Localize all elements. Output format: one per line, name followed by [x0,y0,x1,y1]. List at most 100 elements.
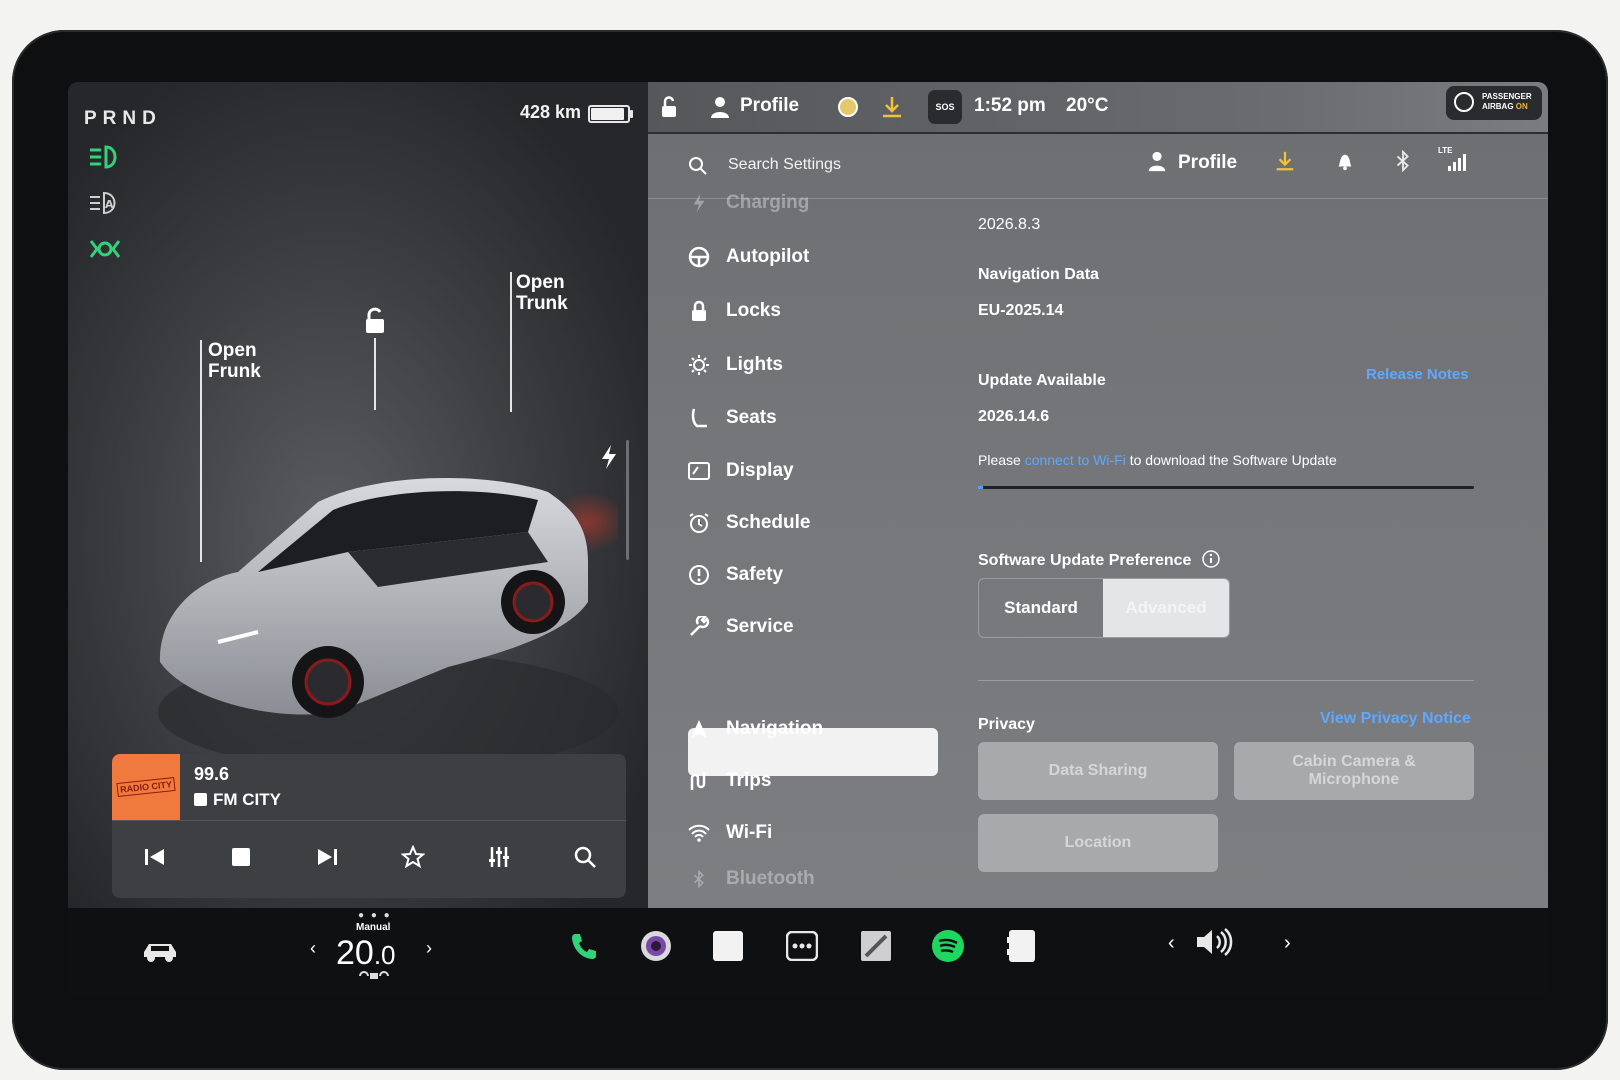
header-download-icon[interactable] [1274,150,1296,172]
notification-bell-icon[interactable] [1334,150,1356,172]
cabin-temperature: 20.0 [336,934,396,973]
search-settings-input[interactable]: Search Settings [728,156,841,174]
volume-up-chevron-icon[interactable]: › [1284,932,1291,955]
cabin-camera-line1: Cabin Camera & [1292,753,1416,770]
equalizer-icon[interactable] [486,844,512,870]
menu-label: Autopilot [726,246,810,267]
display-icon [688,460,710,482]
car-icon[interactable] [140,932,180,972]
header-profile-label[interactable]: Profile [1178,152,1237,174]
app-launcher-icon[interactable] [708,926,748,966]
more-apps-icon[interactable] [782,926,822,966]
frunk-label-line1: Open [208,340,257,361]
pref-label-text: Software Update Preference [978,552,1192,569]
search-icon[interactable] [572,844,598,870]
safety-icon [688,564,710,586]
nav-data-version: EU-2025.14 [978,302,1064,319]
update-preference-label: Software Update Preference [978,550,1220,570]
menu-label: Lights [726,354,783,375]
profile-icon[interactable] [708,95,732,119]
trunk-label-line2: Trunk [516,293,568,314]
volume-icon[interactable] [1194,922,1234,962]
bluetooth-menu-icon [688,868,710,890]
panel-drag-handle[interactable] [626,440,629,560]
camera-app-icon[interactable] [636,926,676,966]
update-available-label: Update Available [978,372,1106,389]
previous-track-icon[interactable] [142,844,168,870]
menu-item-navigation[interactable]: Navigation [688,714,823,744]
auto-headlight-icon: A [90,191,116,215]
menu-item-service[interactable]: Service [688,612,794,642]
menu-item-locks[interactable]: Locks [688,296,781,326]
touchscreen: PRND 428 km A Open Frunk Open Trunk RADI… [68,82,1548,998]
menu-item-safety[interactable]: Safety [688,560,783,590]
advanced-option[interactable]: Advanced [1103,579,1229,637]
menu-label: Charging [726,192,810,213]
taskbar: ● ● ● ‹ Manual 20.0 › ‹ › [68,908,1548,998]
menu-label: Navigation [726,718,824,739]
media-divider [112,820,626,821]
menu-label: Trips [726,770,772,791]
seat-heater-icon[interactable] [358,970,390,982]
bluetooth-icon[interactable] [1392,150,1414,172]
passenger-airbag-indicator: PASSENGER AIRBAG ON [1446,86,1542,120]
menu-item-bluetooth[interactable]: Bluetooth [688,864,815,894]
data-sharing-button[interactable]: Data Sharing [978,742,1218,800]
media-player: RADIO CITY 99.6 FM CITY [112,754,626,898]
climate-mode: Manual [356,922,391,933]
clock: 1:52 pm [974,95,1046,116]
wifi-icon [688,822,710,844]
download-progress-fill [978,486,983,489]
climate-page-dots: ● ● ● [358,910,392,921]
download-icon[interactable] [880,95,904,119]
wrench-icon [688,616,710,638]
toybox-icon[interactable] [856,926,896,966]
dashcam-icon[interactable] [1002,926,1042,966]
menu-item-charging[interactable]: Charging [688,188,809,218]
trips-icon [688,770,710,792]
airbag-state: ON [1515,102,1528,111]
station-frequency: 99.6 [194,764,230,784]
info-icon[interactable] [1202,550,1220,568]
seat-icon [688,407,710,429]
menu-item-lights[interactable]: Lights [688,350,783,380]
cabin-camera-button[interactable]: Cabin Camera & Microphone [1234,742,1474,800]
menu-item-seats[interactable]: Seats [688,403,777,433]
spotify-icon[interactable] [928,926,968,966]
status-profile-label[interactable]: Profile [740,95,799,117]
view-privacy-notice-link[interactable]: View Privacy Notice [1320,710,1471,728]
temp-up-chevron-icon[interactable]: › [426,938,432,959]
temp-whole: 20 [336,934,374,972]
menu-item-trips[interactable]: Trips [688,766,771,796]
phone-icon[interactable] [564,926,604,966]
menu-item-schedule[interactable]: Schedule [688,508,810,538]
sos-button[interactable]: SOS [928,90,962,124]
next-track-icon[interactable] [314,844,340,870]
menu-label: Wi-Fi [726,822,773,843]
parking-lights-icon [89,240,121,258]
stop-icon[interactable] [228,844,254,870]
search-settings-icon[interactable] [688,156,708,176]
volume-down-chevron-icon[interactable]: ‹ [1168,932,1175,955]
menu-label: Service [726,616,794,637]
unlock-icon[interactable] [361,307,387,335]
connect-wifi-link[interactable]: connect to Wi-Fi [1025,452,1126,468]
menu-item-display[interactable]: Display [688,456,794,486]
msg-suffix: to download the Software Update [1129,452,1337,468]
menu-item-autopilot[interactable]: Autopilot [688,242,809,272]
car-status-panel: PRND 428 km A Open Frunk Open Trunk RADI… [68,82,648,908]
headlight-icon [90,145,117,169]
unlocked-status-icon[interactable] [656,95,680,119]
menu-item-wifi[interactable]: Wi-Fi [688,818,772,848]
standard-option[interactable]: Standard [979,579,1103,637]
open-frunk-label[interactable]: Open Frunk [208,340,261,382]
header-profile-icon[interactable] [1146,150,1168,172]
open-trunk-label[interactable]: Open Trunk [516,272,568,314]
station-name: FM CITY [194,790,281,810]
release-notes-link[interactable]: Release Notes [1366,366,1469,383]
favorite-star-icon[interactable] [400,844,426,870]
homelink-icon[interactable] [836,95,860,119]
cabin-camera-line2: Microphone [1308,771,1400,788]
temp-down-chevron-icon[interactable]: ‹ [310,938,316,959]
location-button[interactable]: Location [978,814,1218,872]
